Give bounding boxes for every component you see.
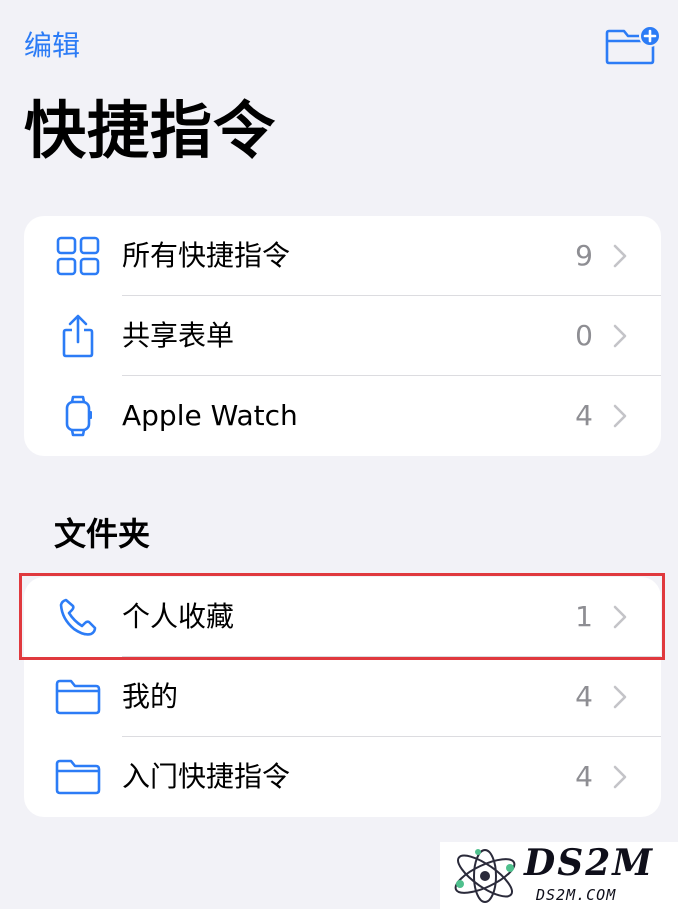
list-item-count: 0 (575, 319, 593, 352)
watermark: DS2M DS2M.COM (440, 842, 678, 909)
list-item-count: 1 (575, 600, 593, 633)
list-item-label: Apple Watch (122, 399, 298, 432)
list-item-all-shortcuts[interactable]: 所有快捷指令 9 (24, 216, 661, 296)
atom-logo-icon (454, 849, 516, 903)
top-list-card: 所有快捷指令 9 共享表单 0 Apple Watch 4 (24, 216, 661, 456)
edit-button[interactable]: 编辑 (24, 26, 80, 66)
list-item-label: 所有快捷指令 (122, 239, 291, 272)
folder-item-starter-shortcuts[interactable]: 入门快捷指令 4 (24, 737, 661, 817)
chevron-right-icon (613, 765, 627, 789)
list-item-shared-sheet[interactable]: 共享表单 0 (24, 296, 661, 376)
list-item-label: 我的 (122, 680, 179, 713)
folder-plus-icon (605, 25, 661, 65)
folders-list-card: 个人收藏 1 我的 4 入门快捷指令 4 (24, 577, 661, 817)
phone-icon (54, 595, 102, 639)
chevron-right-icon (613, 244, 627, 268)
new-folder-button[interactable] (602, 24, 662, 68)
list-item-count: 9 (575, 239, 593, 272)
folders-section-header: 文件夹 (54, 515, 151, 553)
list-item-label: 个人收藏 (122, 600, 235, 633)
chevron-right-icon (613, 404, 627, 428)
chevron-right-icon (613, 324, 627, 348)
folder-item-favorites[interactable]: 个人收藏 1 (24, 577, 661, 657)
list-item-label: 共享表单 (122, 319, 235, 352)
folder-item-mine[interactable]: 我的 4 (24, 657, 661, 737)
watch-icon (54, 394, 102, 438)
list-item-count: 4 (575, 680, 593, 713)
watermark-title: DS2M (524, 842, 655, 884)
folder-icon (54, 675, 102, 719)
page-title: 快捷指令 (24, 94, 277, 167)
list-item-label: 入门快捷指令 (122, 760, 291, 793)
share-icon (54, 314, 102, 358)
grid-icon (54, 234, 102, 278)
chevron-right-icon (613, 685, 627, 709)
chevron-right-icon (613, 605, 627, 629)
list-item-apple-watch[interactable]: Apple Watch 4 (24, 376, 661, 456)
watermark-subtitle: DS2M.COM (536, 886, 617, 904)
list-item-count: 4 (575, 399, 593, 432)
list-item-count: 4 (575, 760, 593, 793)
folder-icon (54, 755, 102, 799)
